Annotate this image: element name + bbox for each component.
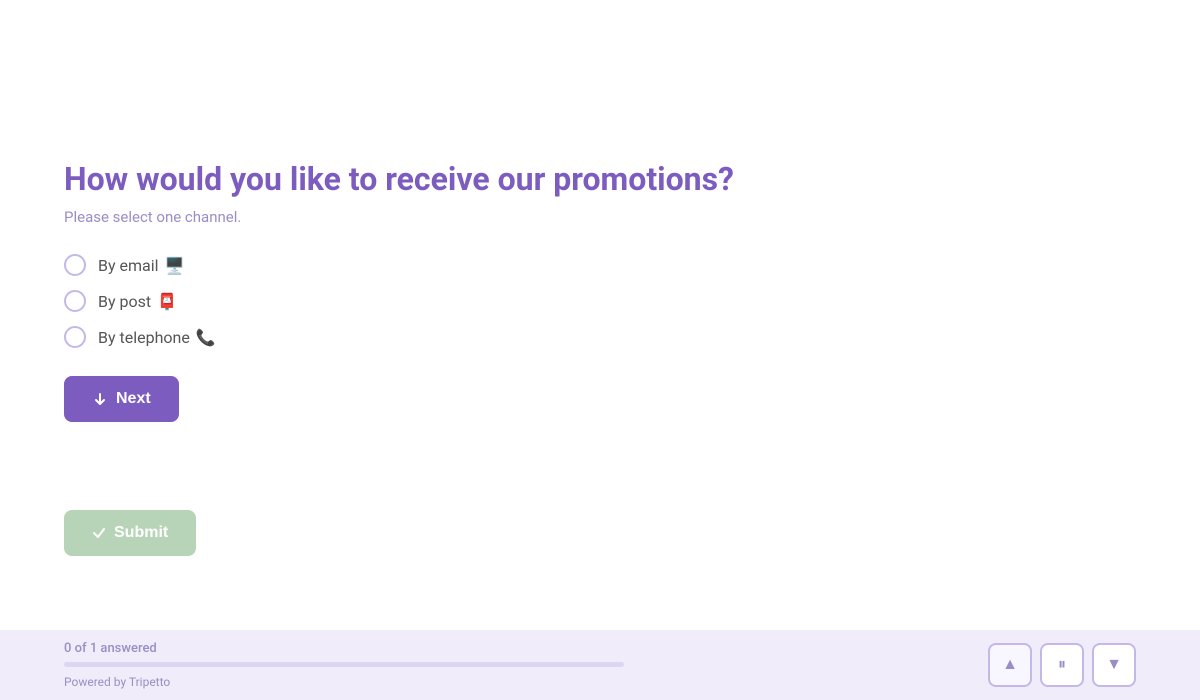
footer-bar: 0 of 1 answered Powered by Tripetto ▲ ⏸ …: [0, 630, 1200, 700]
next-button-label: Next: [116, 390, 151, 408]
question-subtitle: Please select one channel.: [64, 208, 1136, 226]
option-post-label: By post 📮: [98, 292, 177, 311]
submit-button-label: Submit: [114, 524, 168, 542]
nav-pause-button[interactable]: ⏸: [1040, 643, 1084, 687]
email-emoji: 🖥️: [165, 256, 185, 275]
next-arrow-icon: [92, 391, 108, 407]
radio-email[interactable]: [64, 254, 86, 276]
option-telephone-label: By telephone 📞: [98, 328, 216, 347]
next-button[interactable]: Next: [64, 376, 179, 422]
footer-right: ▲ ⏸ ▼: [988, 643, 1136, 687]
submit-button[interactable]: Submit: [64, 510, 196, 556]
footer-left: 0 of 1 answered Powered by Tripetto: [64, 641, 624, 689]
post-emoji: 📮: [157, 292, 177, 311]
powered-by-label: Powered by Tripetto: [64, 675, 624, 689]
nav-prev-button[interactable]: ▲: [988, 643, 1032, 687]
radio-telephone[interactable]: [64, 326, 86, 348]
option-email[interactable]: By email 🖥️: [64, 254, 1136, 276]
nav-prev-icon: ▲: [1002, 656, 1018, 674]
option-telephone[interactable]: By telephone 📞: [64, 326, 1136, 348]
question-title: How would you like to receive our promot…: [64, 160, 1136, 198]
nav-next-button[interactable]: ▼: [1092, 643, 1136, 687]
answered-text: 0 of 1 answered: [64, 641, 624, 656]
progress-bar-container: [64, 662, 624, 667]
nav-next-icon: ▼: [1106, 656, 1122, 674]
option-email-label: By email 🖥️: [98, 256, 184, 275]
options-list: By email 🖥️ By post 📮 By telephone 📞: [64, 254, 1136, 348]
main-content: How would you like to receive our promot…: [0, 0, 1200, 630]
submit-check-icon: [92, 526, 106, 540]
radio-post[interactable]: [64, 290, 86, 312]
option-post[interactable]: By post 📮: [64, 290, 1136, 312]
nav-pause-icon: ⏸: [1058, 656, 1066, 674]
telephone-emoji: 📞: [196, 328, 216, 347]
